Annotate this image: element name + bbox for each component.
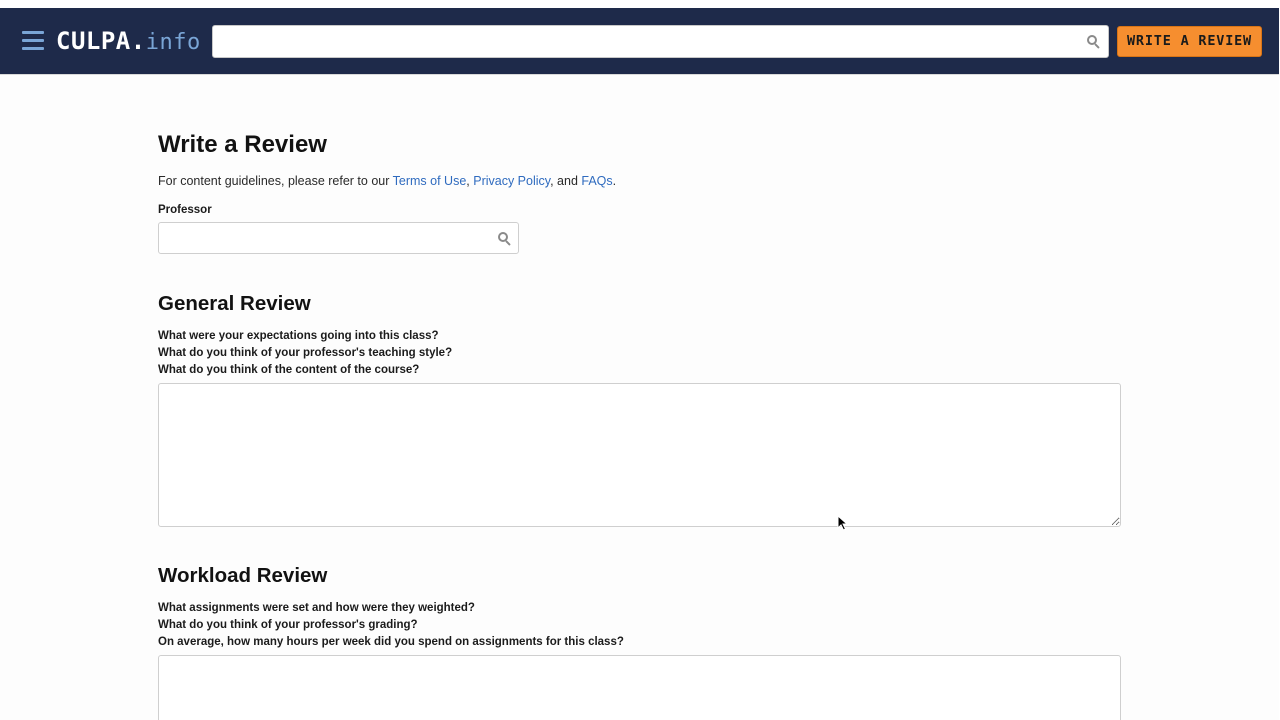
workload-review-prompt: What assignments were set and how were t…	[158, 602, 475, 614]
content-guidelines: For content guidelines, please refer to …	[158, 174, 616, 188]
general-review-textarea[interactable]	[158, 383, 1121, 527]
search-icon[interactable]	[498, 232, 512, 246]
top-navbar: CULPA.info WRITE A REVIEW	[0, 8, 1279, 75]
mouse-pointer-icon	[837, 515, 849, 531]
hamburger-menu-icon[interactable]	[22, 31, 44, 51]
general-review-prompt: What do you think of the content of the …	[158, 364, 420, 376]
logo-sub-text: info	[145, 30, 201, 55]
general-review-prompt: What do you think of your professor's te…	[158, 347, 453, 359]
faqs-link[interactable]: FAQs	[581, 174, 612, 188]
logo-main-text: CULPA	[56, 27, 131, 55]
professor-search-input[interactable]	[159, 223, 479, 253]
professor-label: Professor	[158, 204, 212, 216]
search-icon[interactable]	[1087, 35, 1101, 49]
general-review-prompt: What were your expectations going into t…	[158, 330, 439, 342]
privacy-policy-link[interactable]: Privacy Policy	[473, 174, 550, 188]
general-review-title: General Review	[158, 292, 311, 315]
workload-review-prompt: What do you think of your professor's gr…	[158, 619, 418, 631]
guidelines-and: , and	[550, 174, 582, 188]
page-title: Write a Review	[158, 131, 327, 158]
guidelines-suffix: .	[612, 174, 617, 188]
professor-search-field	[158, 222, 519, 254]
workload-review-textarea[interactable]	[158, 655, 1121, 720]
global-search-bar	[212, 25, 1109, 58]
write-a-review-button[interactable]: WRITE A REVIEW	[1117, 26, 1262, 57]
site-logo[interactable]: CULPA.info	[56, 26, 201, 58]
guidelines-prefix: For content guidelines, please refer to …	[158, 174, 393, 188]
page-frame: CULPA.info WRITE A REVIEW Write a Review…	[0, 8, 1279, 720]
workload-review-title: Workload Review	[158, 564, 328, 587]
terms-of-use-link[interactable]: Terms of Use	[393, 174, 467, 188]
global-search-input[interactable]	[213, 26, 1073, 57]
workload-review-prompt: On average, how many hours per week did …	[158, 636, 624, 648]
logo-dot: .	[130, 27, 146, 55]
